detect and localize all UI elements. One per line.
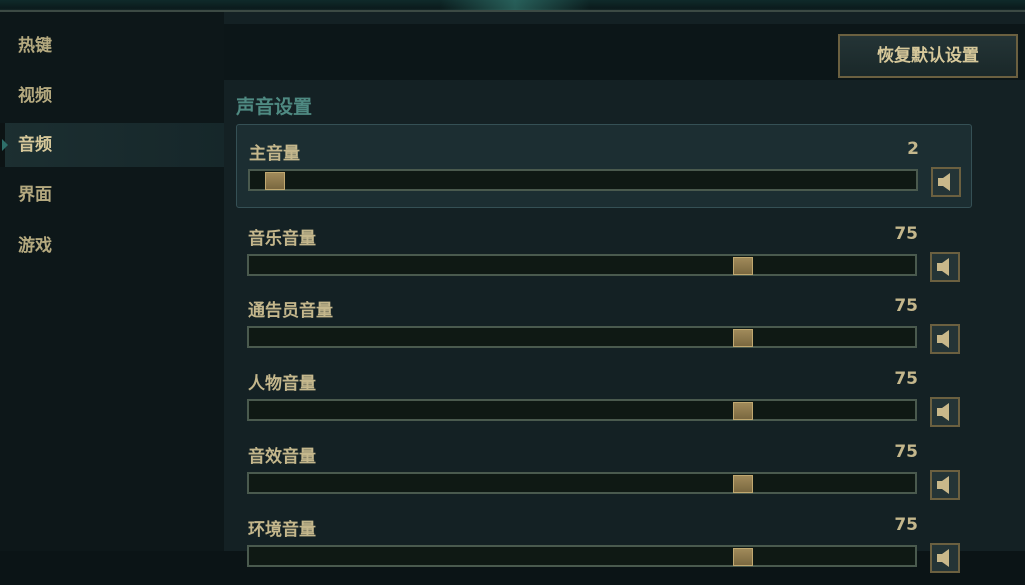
volume-label: 人物音量	[248, 374, 316, 394]
triangle-marker-icon	[2, 139, 8, 151]
volume-slider[interactable]	[248, 169, 918, 191]
section-title: 声音设置	[236, 96, 313, 118]
slider-thumb[interactable]	[732, 475, 753, 493]
speaker-icon	[937, 476, 949, 494]
sidebar-item-interface[interactable]: 界面	[0, 173, 224, 217]
toolbar: 恢复默认设置	[224, 24, 1025, 80]
settings-panel: 恢复默认设置 声音设置 主音量 2 音乐音量 75 通告员音量 75 人物音量 75 音效音量 7…	[224, 12, 1025, 573]
volume-slider[interactable]	[247, 399, 917, 421]
slider-thumb[interactable]	[732, 257, 753, 275]
mute-toggle-button[interactable]	[930, 397, 960, 427]
top-ornament	[440, 0, 590, 10]
sidebar-item-hotkeys[interactable]: 热键	[0, 24, 224, 68]
top-frame	[0, 0, 1025, 12]
sidebar-item-label: 游戏	[18, 236, 52, 256]
volume-row-announcer: 通告员音量 75	[236, 282, 972, 366]
volume-label: 主音量	[249, 144, 300, 164]
sidebar-item-label: 热键	[18, 36, 52, 56]
sidebar-item-video[interactable]: 视频	[0, 74, 224, 118]
sidebar-item-audio[interactable]: 音频	[0, 123, 224, 167]
volume-value: 75	[894, 442, 918, 462]
mute-toggle-button[interactable]	[930, 470, 960, 500]
volume-label: 音乐音量	[248, 229, 316, 249]
mute-toggle-button[interactable]	[930, 252, 960, 282]
sidebar-item-game[interactable]: 游戏	[0, 224, 224, 268]
volume-row-master: 主音量 2	[236, 124, 972, 208]
volume-value: 75	[894, 515, 918, 535]
mute-toggle-button[interactable]	[931, 167, 961, 197]
volume-value: 75	[894, 296, 918, 316]
speaker-icon	[938, 173, 950, 191]
volume-row-ambient: 环境音量 75	[236, 501, 972, 585]
volume-slider[interactable]	[247, 472, 917, 494]
sidebar-item-label: 界面	[18, 185, 52, 205]
slider-thumb[interactable]	[264, 172, 285, 190]
volume-label: 环境音量	[248, 520, 316, 540]
mute-toggle-button[interactable]	[930, 324, 960, 354]
sidebar: 热键 视频 音频 界面 游戏	[0, 12, 224, 551]
speaker-icon	[937, 258, 949, 276]
volume-row-sfx: 音效音量 75	[236, 428, 972, 512]
restore-defaults-button[interactable]: 恢复默认设置	[838, 34, 1018, 78]
speaker-icon	[937, 403, 949, 421]
mute-toggle-button[interactable]	[930, 543, 960, 573]
volume-value: 75	[894, 369, 918, 389]
speaker-icon	[937, 330, 949, 348]
volume-slider[interactable]	[247, 254, 917, 276]
sidebar-item-label: 视频	[18, 86, 52, 106]
sidebar-item-label: 音频	[18, 135, 52, 155]
volume-slider[interactable]	[247, 545, 917, 567]
volume-row-character: 人物音量 75	[236, 355, 972, 439]
slider-thumb[interactable]	[732, 329, 753, 347]
speaker-icon	[937, 549, 949, 567]
volume-value: 2	[907, 139, 919, 159]
volume-label: 通告员音量	[248, 301, 333, 321]
volume-slider[interactable]	[247, 326, 917, 348]
volume-value: 75	[894, 224, 918, 244]
slider-thumb[interactable]	[732, 402, 753, 420]
volume-label: 音效音量	[248, 447, 316, 467]
